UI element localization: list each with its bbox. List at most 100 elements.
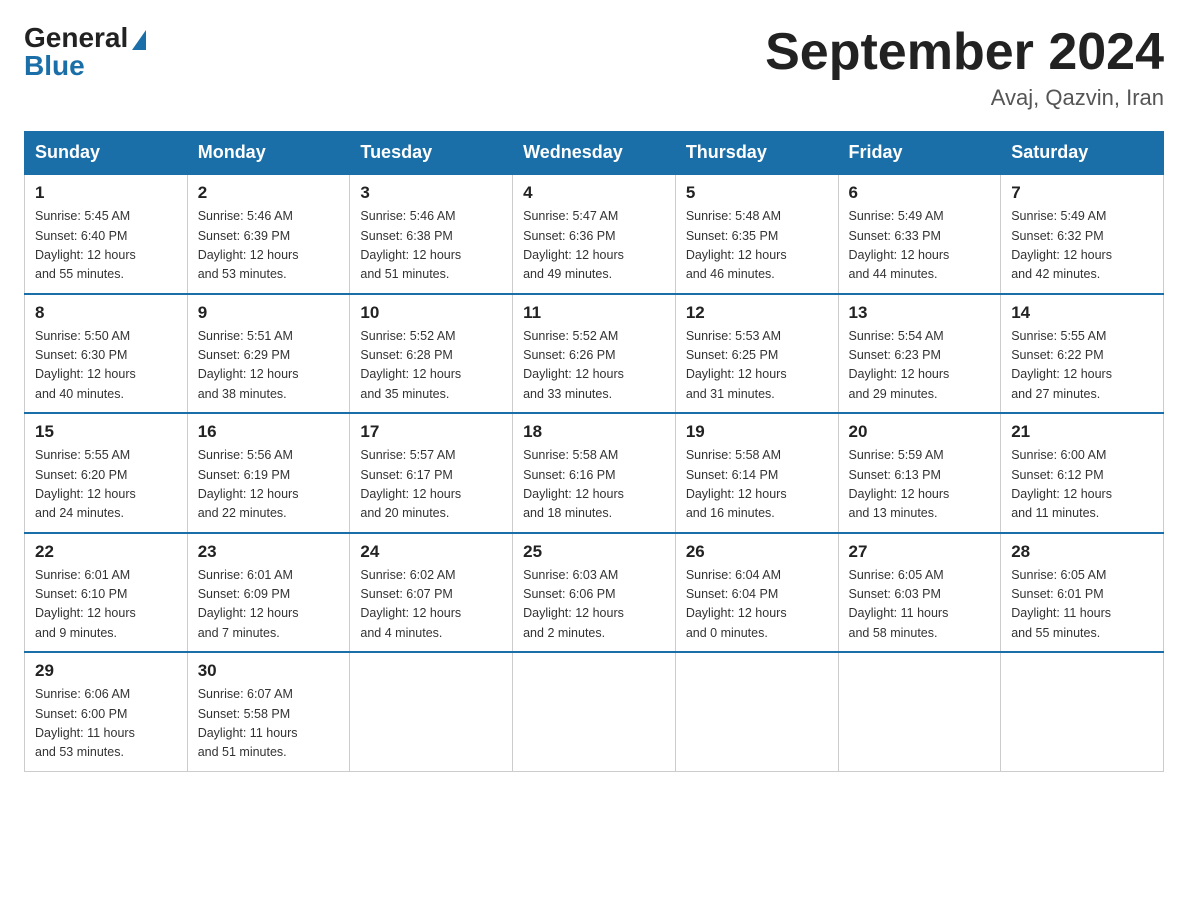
day-number: 28 <box>1011 542 1153 562</box>
day-cell: 12 Sunrise: 5:53 AM Sunset: 6:25 PM Dayli… <box>675 294 838 414</box>
column-header-sunday: Sunday <box>25 132 188 175</box>
day-info: Sunrise: 5:56 AM Sunset: 6:19 PM Dayligh… <box>198 446 340 524</box>
day-cell: 26 Sunrise: 6:04 AM Sunset: 6:04 PM Dayli… <box>675 533 838 653</box>
day-cell: 25Sunrise: 6:03 AM Sunset: 6:06 PM Dayli… <box>513 533 676 653</box>
day-number: 7 <box>1011 183 1153 203</box>
day-info: Sunrise: 6:02 AM Sunset: 6:07 PM Dayligh… <box>360 566 502 644</box>
day-number: 10 <box>360 303 502 323</box>
day-cell: 27 Sunrise: 6:05 AM Sunset: 6:03 PM Dayli… <box>838 533 1001 653</box>
day-info: Sunrise: 5:57 AM Sunset: 6:17 PM Dayligh… <box>360 446 502 524</box>
month-title: September 2024 <box>765 24 1164 81</box>
page-header: General Blue September 2024 Avaj, Qazvin… <box>24 24 1164 111</box>
day-info: Sunrise: 5:51 AM Sunset: 6:29 PM Dayligh… <box>198 327 340 405</box>
week-row-4: 22 Sunrise: 6:01 AM Sunset: 6:10 PM Dayli… <box>25 533 1164 653</box>
day-number: 26 <box>686 542 828 562</box>
day-number: 30 <box>198 661 340 681</box>
day-cell: 22 Sunrise: 6:01 AM Sunset: 6:10 PM Dayli… <box>25 533 188 653</box>
column-header-saturday: Saturday <box>1001 132 1164 175</box>
day-info: Sunrise: 5:45 AM Sunset: 6:40 PM Dayligh… <box>35 207 177 285</box>
day-number: 29 <box>35 661 177 681</box>
day-number: 5 <box>686 183 828 203</box>
day-cell: 17 Sunrise: 5:57 AM Sunset: 6:17 PM Dayli… <box>350 413 513 533</box>
day-cell: 24 Sunrise: 6:02 AM Sunset: 6:07 PM Dayli… <box>350 533 513 653</box>
day-info: Sunrise: 5:52 AM Sunset: 6:28 PM Dayligh… <box>360 327 502 405</box>
day-number: 22 <box>35 542 177 562</box>
day-cell: 23 Sunrise: 6:01 AM Sunset: 6:09 PM Dayli… <box>187 533 350 653</box>
day-info: Sunrise: 6:06 AM Sunset: 6:00 PM Dayligh… <box>35 685 177 763</box>
logo: General Blue <box>24 24 146 80</box>
day-info: Sunrise: 5:46 AM Sunset: 6:38 PM Dayligh… <box>360 207 502 285</box>
day-info: Sunrise: 5:52 AM Sunset: 6:26 PM Dayligh… <box>523 327 665 405</box>
day-number: 19 <box>686 422 828 442</box>
day-number: 14 <box>1011 303 1153 323</box>
day-number: 8 <box>35 303 177 323</box>
day-info: Sunrise: 5:47 AM Sunset: 6:36 PM Dayligh… <box>523 207 665 285</box>
day-info: Sunrise: 5:59 AM Sunset: 6:13 PM Dayligh… <box>849 446 991 524</box>
location-label: Avaj, Qazvin, Iran <box>765 85 1164 111</box>
day-info: Sunrise: 6:05 AM Sunset: 6:03 PM Dayligh… <box>849 566 991 644</box>
day-info: Sunrise: 5:53 AM Sunset: 6:25 PM Dayligh… <box>686 327 828 405</box>
day-cell: 3 Sunrise: 5:46 AM Sunset: 6:38 PM Daylig… <box>350 174 513 294</box>
week-row-2: 8 Sunrise: 5:50 AM Sunset: 6:30 PM Daylig… <box>25 294 1164 414</box>
day-cell <box>675 652 838 771</box>
day-cell: 6Sunrise: 5:49 AM Sunset: 6:33 PM Daylig… <box>838 174 1001 294</box>
column-header-friday: Friday <box>838 132 1001 175</box>
day-cell: 10 Sunrise: 5:52 AM Sunset: 6:28 PM Dayli… <box>350 294 513 414</box>
day-cell: 14 Sunrise: 5:55 AM Sunset: 6:22 PM Dayli… <box>1001 294 1164 414</box>
title-area: September 2024 Avaj, Qazvin, Iran <box>765 24 1164 111</box>
week-row-3: 15 Sunrise: 5:55 AM Sunset: 6:20 PM Dayli… <box>25 413 1164 533</box>
day-cell: 18 Sunrise: 5:58 AM Sunset: 6:16 PM Dayli… <box>513 413 676 533</box>
day-number: 9 <box>198 303 340 323</box>
logo-blue: Blue <box>24 50 85 81</box>
day-info: Sunrise: 6:00 AM Sunset: 6:12 PM Dayligh… <box>1011 446 1153 524</box>
column-header-tuesday: Tuesday <box>350 132 513 175</box>
day-number: 11 <box>523 303 665 323</box>
day-info: Sunrise: 5:48 AM Sunset: 6:35 PM Dayligh… <box>686 207 828 285</box>
day-number: 24 <box>360 542 502 562</box>
day-info: Sunrise: 5:50 AM Sunset: 6:30 PM Dayligh… <box>35 327 177 405</box>
day-info: Sunrise: 6:04 AM Sunset: 6:04 PM Dayligh… <box>686 566 828 644</box>
day-cell: 30 Sunrise: 6:07 AM Sunset: 5:58 PM Dayli… <box>187 652 350 771</box>
day-cell: 5 Sunrise: 5:48 AM Sunset: 6:35 PM Daylig… <box>675 174 838 294</box>
day-number: 2 <box>198 183 340 203</box>
day-info: Sunrise: 5:54 AM Sunset: 6:23 PM Dayligh… <box>849 327 991 405</box>
day-info: Sunrise: 6:01 AM Sunset: 6:10 PM Dayligh… <box>35 566 177 644</box>
day-cell <box>838 652 1001 771</box>
day-cell: 4 Sunrise: 5:47 AM Sunset: 6:36 PM Daylig… <box>513 174 676 294</box>
day-number: 21 <box>1011 422 1153 442</box>
week-row-1: 1Sunrise: 5:45 AM Sunset: 6:40 PM Daylig… <box>25 174 1164 294</box>
day-info: Sunrise: 6:07 AM Sunset: 5:58 PM Dayligh… <box>198 685 340 763</box>
day-number: 18 <box>523 422 665 442</box>
day-cell: 2 Sunrise: 5:46 AM Sunset: 6:39 PM Daylig… <box>187 174 350 294</box>
column-header-wednesday: Wednesday <box>513 132 676 175</box>
day-number: 15 <box>35 422 177 442</box>
day-cell: 8 Sunrise: 5:50 AM Sunset: 6:30 PM Daylig… <box>25 294 188 414</box>
calendar-table: SundayMondayTuesdayWednesdayThursdayFrid… <box>24 131 1164 772</box>
day-info: Sunrise: 5:55 AM Sunset: 6:20 PM Dayligh… <box>35 446 177 524</box>
day-info: Sunrise: 6:01 AM Sunset: 6:09 PM Dayligh… <box>198 566 340 644</box>
logo-general: General <box>24 24 128 52</box>
day-info: Sunrise: 5:49 AM Sunset: 6:32 PM Dayligh… <box>1011 207 1153 285</box>
day-cell: 20Sunrise: 5:59 AM Sunset: 6:13 PM Dayli… <box>838 413 1001 533</box>
day-number: 12 <box>686 303 828 323</box>
day-number: 13 <box>849 303 991 323</box>
calendar-header-row: SundayMondayTuesdayWednesdayThursdayFrid… <box>25 132 1164 175</box>
day-cell: 28Sunrise: 6:05 AM Sunset: 6:01 PM Dayli… <box>1001 533 1164 653</box>
day-number: 4 <box>523 183 665 203</box>
day-number: 25 <box>523 542 665 562</box>
day-cell: 29 Sunrise: 6:06 AM Sunset: 6:00 PM Dayli… <box>25 652 188 771</box>
week-row-5: 29 Sunrise: 6:06 AM Sunset: 6:00 PM Dayli… <box>25 652 1164 771</box>
day-number: 23 <box>198 542 340 562</box>
day-info: Sunrise: 5:55 AM Sunset: 6:22 PM Dayligh… <box>1011 327 1153 405</box>
day-number: 27 <box>849 542 991 562</box>
day-number: 17 <box>360 422 502 442</box>
day-info: Sunrise: 5:46 AM Sunset: 6:39 PM Dayligh… <box>198 207 340 285</box>
day-cell: 11 Sunrise: 5:52 AM Sunset: 6:26 PM Dayli… <box>513 294 676 414</box>
day-number: 3 <box>360 183 502 203</box>
logo-text: General Blue <box>24 24 146 80</box>
day-cell: 21 Sunrise: 6:00 AM Sunset: 6:12 PM Dayli… <box>1001 413 1164 533</box>
day-cell: 16Sunrise: 5:56 AM Sunset: 6:19 PM Dayli… <box>187 413 350 533</box>
day-info: Sunrise: 5:58 AM Sunset: 6:16 PM Dayligh… <box>523 446 665 524</box>
day-number: 6 <box>849 183 991 203</box>
day-cell: 19Sunrise: 5:58 AM Sunset: 6:14 PM Dayli… <box>675 413 838 533</box>
